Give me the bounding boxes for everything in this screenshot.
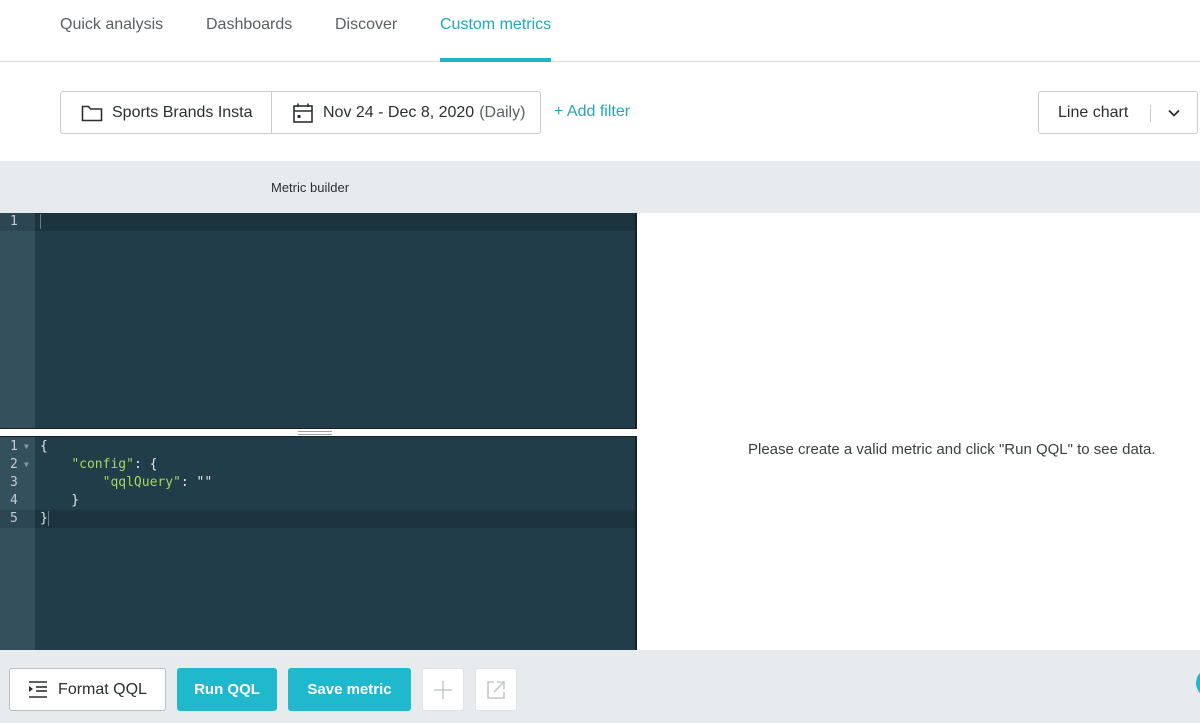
- line-code: [40, 213, 41, 231]
- add-button[interactable]: [422, 668, 464, 711]
- tab-custom-metrics[interactable]: Custom metrics: [440, 16, 552, 62]
- fold-arrow-icon[interactable]: ▼: [24, 456, 29, 474]
- tab-dashboards[interactable]: Dashboards: [206, 16, 292, 62]
- top-nav: Quick analysis Dashboards Discover Custo…: [0, 0, 1200, 62]
- json-punct: : "": [180, 475, 213, 490]
- editor-line: 2 ▼ "config": {: [0, 456, 635, 474]
- text-cursor: [47, 511, 49, 526]
- save-metric-button[interactable]: Save metric: [288, 668, 411, 711]
- builder-header: Metric builder: [0, 161, 1200, 213]
- qql-query-editor[interactable]: 1: [0, 213, 637, 428]
- editor-line: 1: [0, 213, 635, 231]
- date-range-label: Nov 24 - Dec 8, 2020: [323, 103, 475, 121]
- fold-arrow-icon[interactable]: ▼: [24, 438, 29, 456]
- json-key: "qqlQuery": [102, 475, 181, 490]
- filter-toolbar: Sports Brands Insta Nov 24 - Dec 8, 2020…: [0, 62, 1200, 161]
- chart-type-label: Line chart: [1058, 103, 1129, 121]
- format-qql-button[interactable]: Format QQL: [9, 668, 166, 711]
- chart-type-select[interactable]: Line chart: [1038, 91, 1198, 134]
- grip-icon: [298, 431, 332, 435]
- line-code: "qqlQuery": "": [40, 474, 213, 492]
- line-number: 5: [0, 510, 35, 528]
- line-number: 3: [10, 475, 18, 490]
- granularity-label: (Daily): [479, 103, 526, 121]
- plus-icon: [434, 680, 452, 699]
- open-external-button[interactable]: [475, 668, 517, 711]
- source-label: Sports Brands Insta: [112, 103, 253, 121]
- line-number: 2: [10, 457, 18, 472]
- text-cursor: [40, 214, 41, 229]
- json-punct: : {: [133, 457, 158, 472]
- line-number: 1: [10, 439, 18, 454]
- line-number: 4: [10, 493, 18, 508]
- line-code: }: [40, 493, 80, 508]
- empty-result-message: Please create a valid metric and click "…: [748, 441, 1156, 458]
- editor-line: 1 ▼ {: [0, 438, 635, 456]
- editor-line: 3 "qqlQuery": "": [0, 474, 635, 492]
- editor-line: 4 }: [0, 492, 635, 510]
- main-area: Metric builder 1 1 ▼ { 2 ▼ "config": { 3…: [0, 161, 1200, 723]
- calendar-icon: [293, 103, 313, 123]
- tab-discover[interactable]: Discover: [335, 16, 397, 62]
- run-qql-button[interactable]: Run QQL: [177, 668, 277, 711]
- select-divider: [1150, 105, 1151, 122]
- line-code: "config": {: [40, 456, 157, 474]
- builder-title: Metric builder: [271, 180, 350, 195]
- json-key: "config": [71, 457, 134, 472]
- format-qql-label: Format QQL: [58, 680, 147, 698]
- chevron-down-icon: [1168, 109, 1180, 117]
- add-filter-link[interactable]: + Add filter: [554, 103, 630, 121]
- editor-resize-handle[interactable]: [0, 428, 637, 437]
- line-number: 1: [0, 213, 35, 231]
- source-selector[interactable]: Sports Brands Insta: [61, 92, 272, 133]
- action-bar: Format QQL Run QQL Save metric: [0, 650, 1200, 723]
- json-config-editor[interactable]: 1 ▼ { 2 ▼ "config": { 3 "qqlQuery": "" 4…: [0, 437, 637, 650]
- tab-quick-analysis[interactable]: Quick analysis: [60, 16, 163, 62]
- line-code: }: [40, 510, 49, 528]
- open-external-icon: [487, 680, 505, 699]
- format-indent-icon: [29, 680, 48, 698]
- line-text: }: [40, 511, 48, 526]
- line-gutter: [0, 213, 35, 428]
- folder-icon: [81, 105, 103, 121]
- filter-group: Sports Brands Insta Nov 24 - Dec 8, 2020…: [60, 91, 541, 134]
- line-code: {: [40, 439, 48, 454]
- date-range-selector[interactable]: Nov 24 - Dec 8, 2020 (Daily): [272, 92, 525, 133]
- editor-line: 5 }: [0, 510, 635, 528]
